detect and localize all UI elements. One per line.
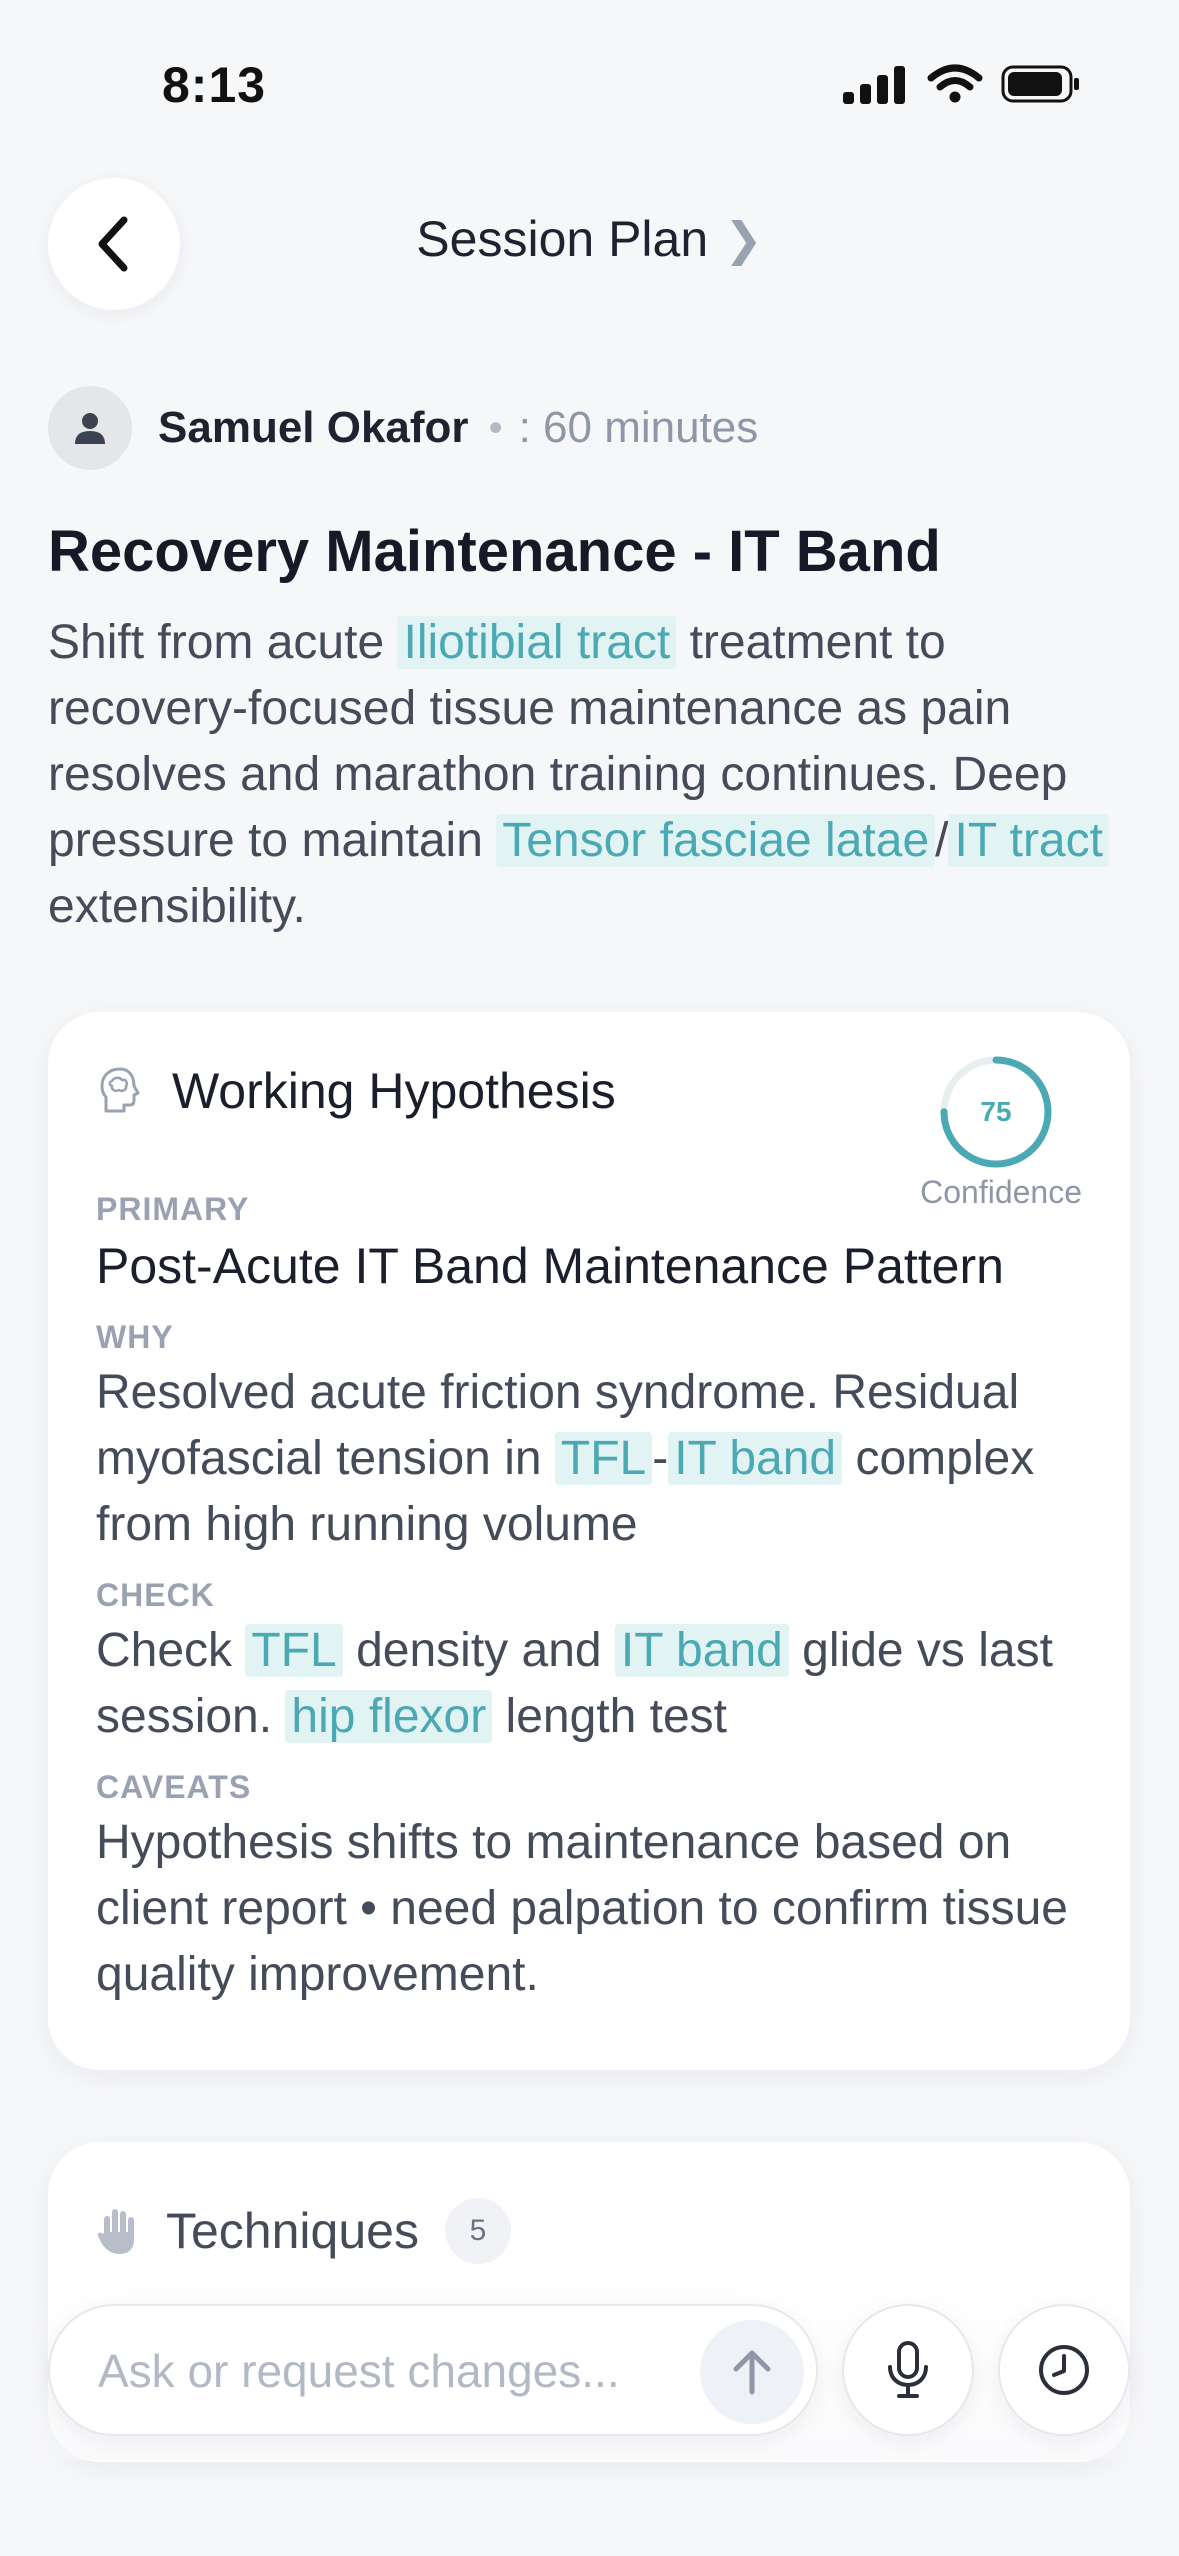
techniques-count-badge: 5	[444, 2198, 511, 2264]
techniques-title: Techniques	[166, 2203, 419, 2259]
caveats-label: CAVEATS	[96, 1769, 252, 1805]
person-icon	[75, 413, 105, 444]
hand-icon	[97, 2209, 134, 2254]
anatomy-term[interactable]: Tensor fasciae latae	[496, 814, 936, 867]
brain-head-icon	[100, 1067, 140, 1113]
anatomy-term[interactable]: IT tract	[948, 814, 1109, 867]
microphone-button[interactable]	[842, 2304, 974, 2436]
battery-icon	[1001, 65, 1079, 103]
client-row: Samuel Okafor • : 60 minutes	[48, 386, 758, 470]
confidence-value: 75	[980, 1096, 1012, 1127]
check-segment: density and	[342, 1624, 615, 1677]
anatomy-term[interactable]: TFL	[554, 1432, 653, 1485]
session-duration: : 60 minutes	[518, 403, 759, 452]
anatomy-term[interactable]: hip flexor	[285, 1690, 493, 1743]
desc-text: Shift from acute	[48, 616, 398, 669]
cellular-signal-icon	[843, 66, 905, 104]
check-label: CHECK	[96, 1577, 215, 1613]
anatomy-term[interactable]: IT band	[668, 1432, 843, 1485]
history-button[interactable]	[998, 2304, 1130, 2436]
check-text: Check TFL density and IT band glide vs l…	[96, 1618, 1096, 1750]
meta-separator: •	[488, 405, 503, 450]
arrow-up-icon	[733, 2350, 771, 2395]
why-segment: -	[652, 1432, 669, 1485]
request-input[interactable]	[98, 2336, 698, 2406]
hypothesis-body: PRIMARY Post-Acute IT Band Maintenance P…	[96, 1172, 1096, 2008]
desc-text: extensibility.	[48, 880, 306, 933]
confidence-gauge: 75	[938, 1054, 1054, 1170]
send-button[interactable]	[700, 2320, 804, 2424]
hypothesis-header: Working Hypothesis	[96, 1062, 616, 1120]
hypothesis-card: Working Hypothesis 75 Confidence PRIMARY…	[48, 1012, 1130, 2070]
anatomy-term[interactable]: Iliotibial tract	[397, 616, 677, 669]
anatomy-term[interactable]: TFL	[245, 1624, 343, 1677]
composer	[48, 2304, 818, 2436]
chevron-right-icon: ❯	[724, 213, 763, 265]
hypothesis-title: Working Hypothesis	[172, 1063, 616, 1119]
plan-title: Recovery Maintenance - IT Band	[48, 519, 941, 584]
why-text: Resolved acute friction syndrome. Residu…	[96, 1360, 1096, 1558]
plan-description: Shift from acute Iliotibial tract treatm…	[48, 610, 1138, 940]
anatomy-term[interactable]: IT band	[614, 1624, 789, 1677]
status-time: 8:13	[162, 57, 267, 113]
check-segment: Check	[96, 1624, 246, 1677]
caveats-text: Hypothesis shifts to maintenance based o…	[96, 1816, 1068, 2001]
primary-label: PRIMARY	[96, 1191, 250, 1227]
why-label: WHY	[96, 1319, 174, 1355]
status-icons	[843, 64, 1081, 104]
status-bar: 8:13	[0, 0, 1179, 170]
clock-icon	[1039, 2345, 1089, 2395]
client-name: Samuel Okafor	[158, 403, 469, 452]
microphone-icon	[888, 2341, 928, 2398]
session-plan-title-button[interactable]: Session Plan ❯	[0, 210, 1179, 268]
primary-hypothesis: Post-Acute IT Band Maintenance Pattern	[96, 1238, 1004, 1294]
techniques-header: Techniques 5	[96, 2198, 511, 2264]
avatar	[48, 386, 132, 470]
desc-text: /	[935, 814, 949, 867]
check-segment: length test	[492, 1690, 728, 1743]
wifi-icon	[927, 64, 983, 103]
page-title: Session Plan	[416, 211, 709, 267]
